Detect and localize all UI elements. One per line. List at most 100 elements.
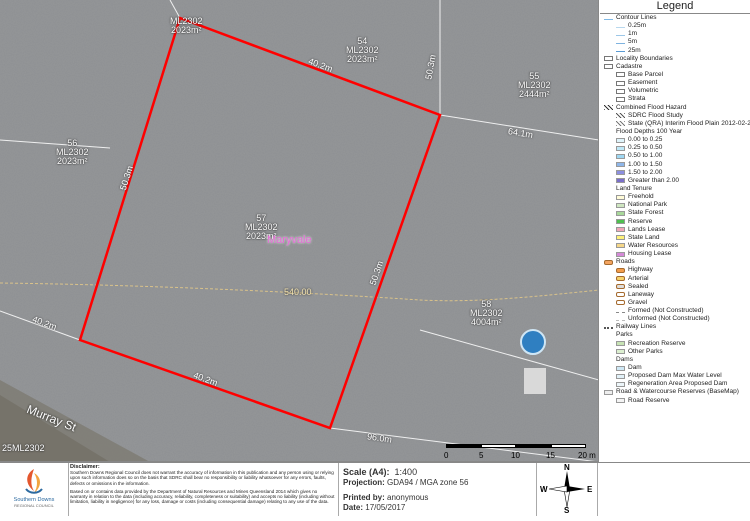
legend-label: Laneway bbox=[628, 290, 655, 298]
water-tank bbox=[520, 329, 546, 355]
compass-e: E bbox=[587, 485, 593, 494]
legend-item: 0.00 to 0.25 bbox=[600, 136, 750, 144]
parcel-label-58: 58 ML2302 4004m² bbox=[470, 300, 503, 327]
legend-swatch bbox=[616, 24, 625, 28]
legend-label: Locality Boundaries bbox=[616, 54, 673, 62]
map-texture bbox=[0, 0, 598, 461]
legend-label: 1.50 to 2.00 bbox=[628, 168, 663, 176]
legend-item: Proposed Dam Max Water Level bbox=[600, 372, 750, 380]
legend-label: Water Resources bbox=[628, 241, 678, 249]
legend-label: Greater than 2.00 bbox=[628, 176, 679, 184]
legend-swatch bbox=[616, 219, 625, 225]
map-footer: Southern Downs REGIONAL COUNCIL Disclaim… bbox=[0, 462, 750, 516]
legend-label: Dams bbox=[616, 355, 633, 363]
legend-swatch bbox=[616, 381, 625, 387]
legend-swatch bbox=[616, 48, 625, 53]
legend-label: 5m bbox=[628, 38, 638, 46]
dim-contour: 540.00 bbox=[284, 287, 312, 297]
compass-s: S bbox=[564, 506, 570, 515]
legend-label: Freehold bbox=[628, 193, 654, 201]
legend-item: Contour Lines bbox=[600, 14, 750, 22]
legend-label: Housing Lease bbox=[628, 250, 672, 258]
legend-swatch bbox=[616, 349, 625, 355]
legend-label: Road Reserve bbox=[628, 396, 670, 404]
legend-label: National Park bbox=[628, 201, 668, 209]
legend-item: Unformed (Not Constructed) bbox=[600, 315, 750, 323]
legend-swatch bbox=[616, 292, 625, 298]
legend-swatch bbox=[604, 105, 613, 111]
legend-label: Railway Lines bbox=[616, 323, 657, 331]
legend-item: Flood Depths 100 Year bbox=[600, 128, 750, 136]
legend-item: 1.00 to 1.50 bbox=[600, 161, 750, 169]
legend-label: Road & Watercourse Reserves (BaseMap) bbox=[616, 388, 739, 396]
legend-label: Other Parks bbox=[628, 347, 663, 355]
locality-name: Maryvale bbox=[267, 234, 312, 246]
aerial-map[interactable]: ML2302 2023m² 54 ML2302 2023m² 55 ML2302… bbox=[0, 0, 599, 462]
legend-item: 5m bbox=[600, 38, 750, 46]
legend-label: Base Parcel bbox=[628, 70, 664, 78]
legend-swatch bbox=[616, 276, 625, 281]
legend-item: Base Parcel bbox=[600, 71, 750, 79]
legend-swatch bbox=[616, 80, 625, 86]
legend-swatch bbox=[616, 96, 625, 102]
legend-swatch bbox=[616, 145, 625, 151]
legend-item: Roads bbox=[600, 258, 750, 266]
legend-item: Formed (Not Constructed) bbox=[600, 307, 750, 315]
legend-item: Greater than 2.00 bbox=[600, 177, 750, 185]
legend-item: State Forest bbox=[600, 209, 750, 217]
legend-item: 0.25 to 0.50 bbox=[600, 144, 750, 152]
legend-item: 0.25m bbox=[600, 22, 750, 30]
legend-swatch bbox=[616, 170, 625, 176]
parcel-plan: ML2302 bbox=[12, 443, 45, 453]
shed bbox=[524, 368, 546, 394]
legend-swatch bbox=[604, 389, 613, 395]
legend-item: State (QRA) Interim Flood Plain 2012-02-… bbox=[600, 120, 750, 128]
parcel-label-55: 55 ML2302 2444m² bbox=[518, 72, 551, 99]
projection-label: Projection: bbox=[343, 478, 385, 487]
legend-swatch bbox=[616, 210, 625, 216]
scale-value: 1:400 bbox=[394, 467, 418, 477]
printed-value: anonymous bbox=[387, 493, 429, 502]
legend-label: Dam bbox=[628, 364, 642, 372]
legend-item: Regeneration Area Proposed Dam bbox=[600, 380, 750, 388]
legend-item: Volumetric bbox=[600, 87, 750, 95]
legend-item: 25m bbox=[600, 47, 750, 55]
legend-item: Strata bbox=[600, 95, 750, 103]
legend-item: Locality Boundaries bbox=[600, 55, 750, 63]
legend-label: State Forest bbox=[628, 209, 664, 217]
legend-swatch bbox=[616, 72, 625, 78]
disclaimer-paragraph: Southern Downs Regional Council does not… bbox=[70, 470, 334, 486]
parcel-area: 2023m² bbox=[171, 25, 202, 35]
north-arrow: N S E W bbox=[536, 463, 598, 516]
map-legend: Legend Contour Lines 0.25m 1m 5m 25m Locality… bbox=[600, 0, 750, 462]
date-value: 17/05/2017 bbox=[365, 503, 406, 512]
legend-label: Formed (Not Constructed) bbox=[628, 307, 704, 315]
legend-label: Reserve bbox=[628, 217, 653, 225]
legend-item: 1m bbox=[600, 30, 750, 38]
council-logo-mark bbox=[25, 469, 43, 494]
legend-label: 1m bbox=[628, 30, 638, 38]
legend-label: Arterial bbox=[628, 274, 649, 282]
legend-label: Easement bbox=[628, 79, 658, 87]
legend-item: 1.50 to 2.00 bbox=[600, 169, 750, 177]
legend-label: 0.25 to 0.50 bbox=[628, 144, 663, 152]
legend-item: Freehold bbox=[600, 193, 750, 201]
legend-items: Contour Lines 0.25m 1m 5m 25m Locality Bounda… bbox=[600, 14, 750, 405]
parcel-lot: 25 bbox=[2, 443, 13, 453]
legend-swatch bbox=[616, 153, 625, 159]
parcel-area: 2023m² bbox=[57, 156, 88, 166]
legend-swatch bbox=[616, 284, 625, 290]
legend-item: Sealed bbox=[600, 283, 750, 291]
legend-item: Water Resources bbox=[600, 242, 750, 250]
date-label: Date: bbox=[343, 503, 364, 512]
logo-text-line2: REGIONAL COUNCIL bbox=[14, 503, 54, 508]
parcel-label-top: ML2302 2023m² bbox=[170, 17, 203, 35]
legend-swatch bbox=[604, 325, 613, 329]
legend-label: 1.00 to 1.50 bbox=[628, 160, 663, 168]
projection-value: GDA94 / MGA zone 56 bbox=[387, 478, 469, 487]
legend-swatch bbox=[616, 251, 625, 257]
scale-tick: 0 bbox=[444, 451, 449, 460]
legend-swatch bbox=[616, 309, 625, 313]
legend-label: Highway bbox=[628, 266, 653, 274]
legend-label: Roads bbox=[616, 258, 635, 266]
